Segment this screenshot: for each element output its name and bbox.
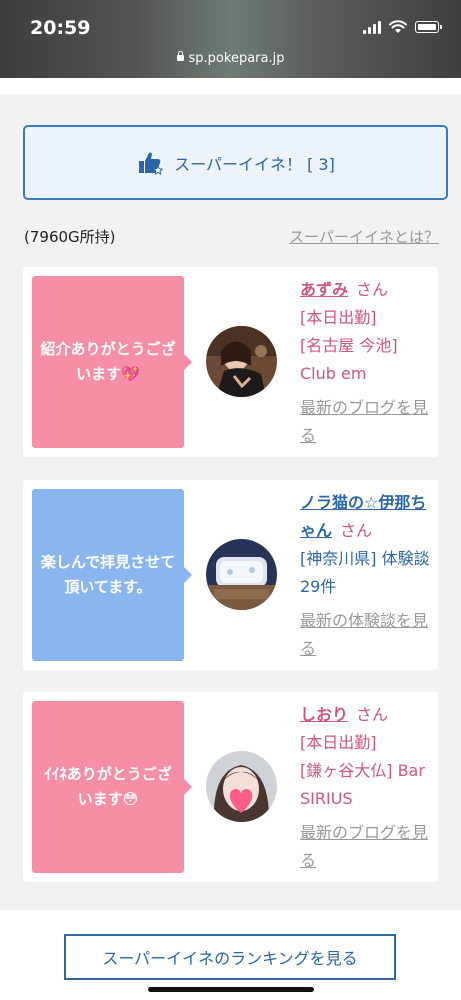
page-top-strip — [0, 78, 461, 94]
latest-report-link[interactable]: 最新の体験談を見る — [300, 607, 435, 663]
shop-location: [名古屋 今池] Club em — [300, 336, 398, 383]
avatar[interactable] — [206, 751, 277, 822]
cast-name-link[interactable]: あずみ — [300, 280, 348, 299]
owned-points: (7960G所持) — [24, 228, 116, 246]
avatar-image — [206, 539, 277, 610]
url-text: sp.pokepara.jp — [188, 51, 285, 66]
super-iine-button[interactable]: スーパーイイネ！ [ 3] — [23, 125, 448, 200]
cast-info: あずみ さん [本日出勤] [名古屋 今池] Club em 最新のブログを見る — [300, 276, 435, 450]
list-item: 紹介ありがとうございます💖 あずみ さん [本日出勤] [名古屋 今池] Club… — [23, 267, 438, 457]
cast-info: しおり さん [本日出勤] [鎌ヶ谷大仏] Bar SIRIUS 最新のブログを見… — [300, 701, 435, 875]
avatar-image — [206, 326, 277, 397]
message-bubble: 楽しんで拝見させて頂いてます。 — [32, 489, 192, 661]
status-icons — [363, 20, 442, 34]
browser-status-bar: 20:59 sp.pokepara.jp — [0, 0, 461, 78]
address-bar[interactable]: sp.pokepara.jp — [0, 50, 461, 66]
status-time: 20:59 — [30, 17, 91, 39]
ranking-button-label: スーパーイイネのランキングを見る — [102, 949, 358, 968]
shop-location: [鎌ヶ谷大仏] Bar SIRIUS — [300, 761, 425, 808]
honorific: さん — [356, 280, 389, 299]
super-iine-label: スーパーイイネ！ [ 3] — [174, 154, 335, 174]
avatar[interactable] — [206, 539, 277, 610]
list-item: ｲｲﾈありがとうございます😳 しおり さん [本日出勤] [鎌ヶ谷大仏] Bar … — [23, 692, 438, 882]
message-bubble: 紹介ありがとうございます💖 — [32, 276, 192, 448]
avatar-image — [206, 751, 277, 822]
cast-name-link[interactable]: しおり — [300, 705, 348, 724]
latest-blog-link[interactable]: 最新のブログを見る — [300, 394, 435, 450]
avatar[interactable] — [206, 326, 277, 397]
cellular-signal-icon — [363, 20, 381, 34]
attendance-status: [本日出勤] — [300, 308, 377, 327]
lock-icon — [176, 50, 184, 61]
home-indicator[interactable] — [148, 987, 314, 992]
message-bubble: ｲｲﾈありがとうございます😳 — [32, 701, 192, 873]
thumbs-up-star-icon — [139, 152, 164, 175]
report-count: [神奈川県] 体験談 29件 — [300, 549, 430, 596]
message-text: 紹介ありがとうございます💖 — [40, 340, 176, 383]
wifi-icon — [389, 20, 407, 33]
message-text: ｲｲﾈありがとうございます😳 — [44, 765, 172, 808]
battery-icon — [415, 21, 442, 33]
what-is-super-iine-link[interactable]: スーパーイイネとは？ — [289, 226, 439, 247]
ranking-button[interactable]: スーパーイイネのランキングを見る — [64, 934, 396, 980]
honorific: さん — [356, 705, 389, 724]
attendance-status: [本日出勤] — [300, 733, 377, 752]
honorific: さん — [340, 521, 373, 540]
cast-info: ノラ猫の☆伊那ちゃん さん [神奈川県] 体験談 29件 最新の体験談を見る — [300, 489, 435, 663]
list-item: 楽しんで拝見させて頂いてます。 ノラ猫の☆伊那ちゃん さん [神奈川県] 体験談 … — [23, 480, 438, 670]
message-text: 楽しんで拝見させて頂いてます。 — [40, 553, 176, 596]
latest-blog-link[interactable]: 最新のブログを見る — [300, 819, 435, 875]
